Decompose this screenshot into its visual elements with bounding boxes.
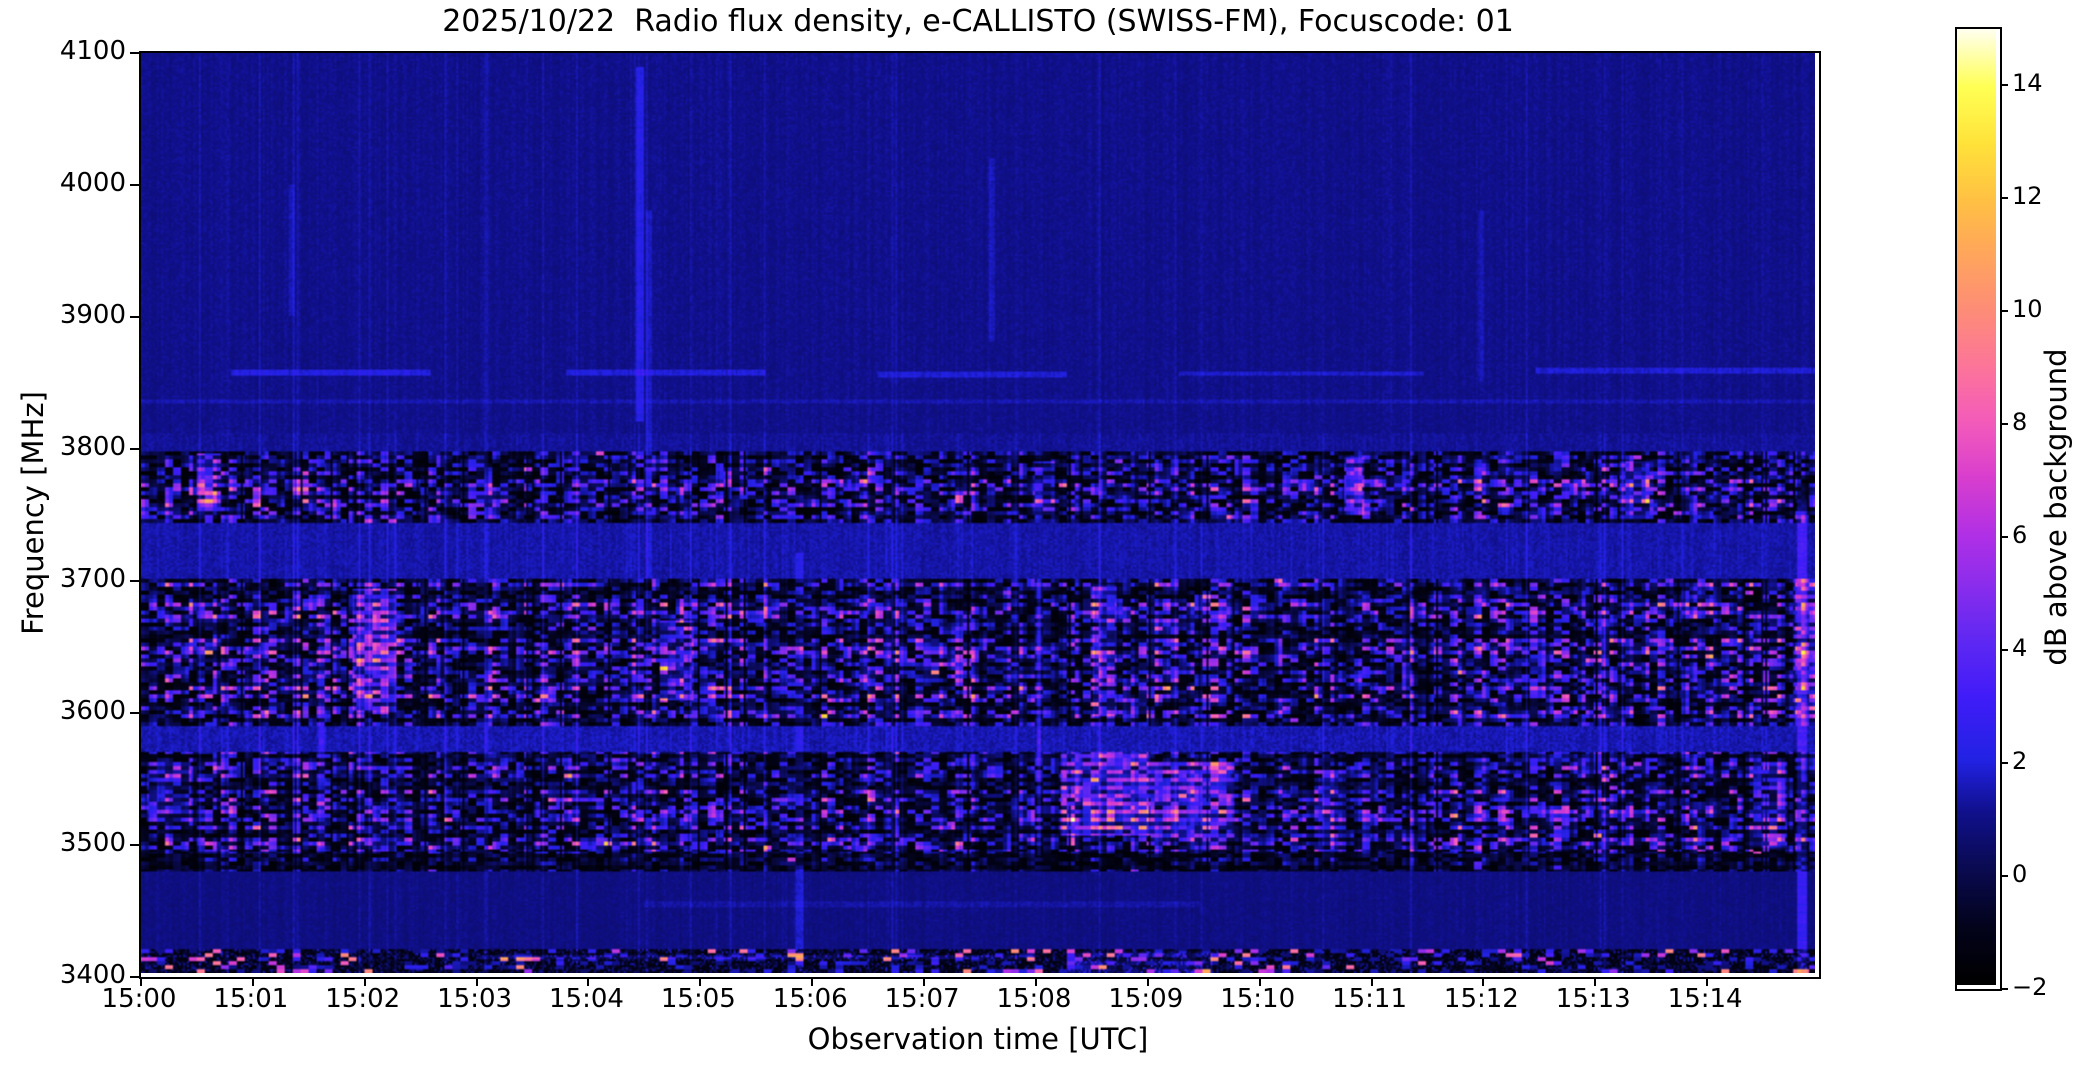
colorbar-tick-mark <box>2000 310 2008 313</box>
colorbar-label: dB above background <box>2039 348 2073 666</box>
colorbar-tick-label: 10 <box>2012 295 2043 324</box>
y-tick-mark <box>130 184 139 186</box>
y-tick-label: 3900 <box>59 300 126 330</box>
x-tick-label: 15:08 <box>996 984 1072 1014</box>
colorbar <box>1955 27 2008 991</box>
spectrogram-canvas <box>141 53 1815 973</box>
colorbar-tick-label: 2 <box>2012 747 2028 776</box>
y-axis-label: Frequency [MHz] <box>16 391 50 635</box>
y-tick-mark <box>130 52 139 54</box>
y-tick-label: 3500 <box>59 828 126 858</box>
colorbar-tick-mark <box>2000 875 2008 878</box>
x-tick-label: 15:01 <box>213 984 289 1014</box>
x-tick-label: 15:06 <box>772 984 848 1014</box>
y-tick-label: 4000 <box>59 168 126 198</box>
colorbar-tick-mark <box>2000 84 2008 87</box>
colorbar-tick-mark <box>2000 649 2008 652</box>
y-tick-mark <box>130 712 139 714</box>
colorbar-tick-mark <box>2000 423 2008 426</box>
x-tick-label: 15:07 <box>884 984 960 1014</box>
x-tick-label: 15:00 <box>101 984 177 1014</box>
y-tick-mark <box>130 316 139 318</box>
x-tick-label: 15:11 <box>1332 984 1407 1014</box>
x-axis-label: Observation time [UTC] <box>807 1022 1149 1056</box>
x-tick-label: 15:12 <box>1443 984 1519 1014</box>
colorbar-tick-mark <box>2000 536 2008 539</box>
x-tick-label: 15:04 <box>548 984 624 1014</box>
y-tick-label: 4100 <box>59 36 126 66</box>
colorbar-tick-mark <box>2000 197 2008 200</box>
x-tick-label: 15:14 <box>1667 984 1743 1014</box>
x-tick-label: 15:10 <box>1220 984 1296 1014</box>
x-tick-label: 15:05 <box>660 984 736 1014</box>
y-tick-label: 3600 <box>59 696 126 726</box>
x-tick-label: 15:13 <box>1555 984 1631 1014</box>
colorbar-tick-mark <box>2000 762 2008 765</box>
colorbar-tick-label: 12 <box>2012 182 2043 211</box>
colorbar-tick-label: 14 <box>2012 69 2043 98</box>
figure: 2025/10/22 Radio flux density, e-CALLIST… <box>0 0 2085 1067</box>
chart-title: 2025/10/22 Radio flux density, e-CALLIST… <box>442 4 1514 39</box>
x-tick-label: 15:02 <box>325 984 401 1014</box>
y-tick-label: 3800 <box>59 432 126 462</box>
colorbar-tick-label: −2 <box>2012 973 2048 1001</box>
colorbar-tick-mark <box>2000 988 2008 990</box>
plot-area <box>130 51 1821 986</box>
y-tick-mark <box>130 844 139 846</box>
x-tick-label: 15:03 <box>437 984 513 1014</box>
y-tick-mark <box>130 580 139 582</box>
y-tick-mark <box>130 976 139 978</box>
colorbar-tick-label: 0 <box>2012 860 2028 889</box>
colorbar-canvas <box>1957 29 1996 985</box>
y-tick-mark <box>130 448 139 450</box>
x-tick-label: 15:09 <box>1108 984 1184 1014</box>
y-tick-label: 3700 <box>59 564 126 594</box>
